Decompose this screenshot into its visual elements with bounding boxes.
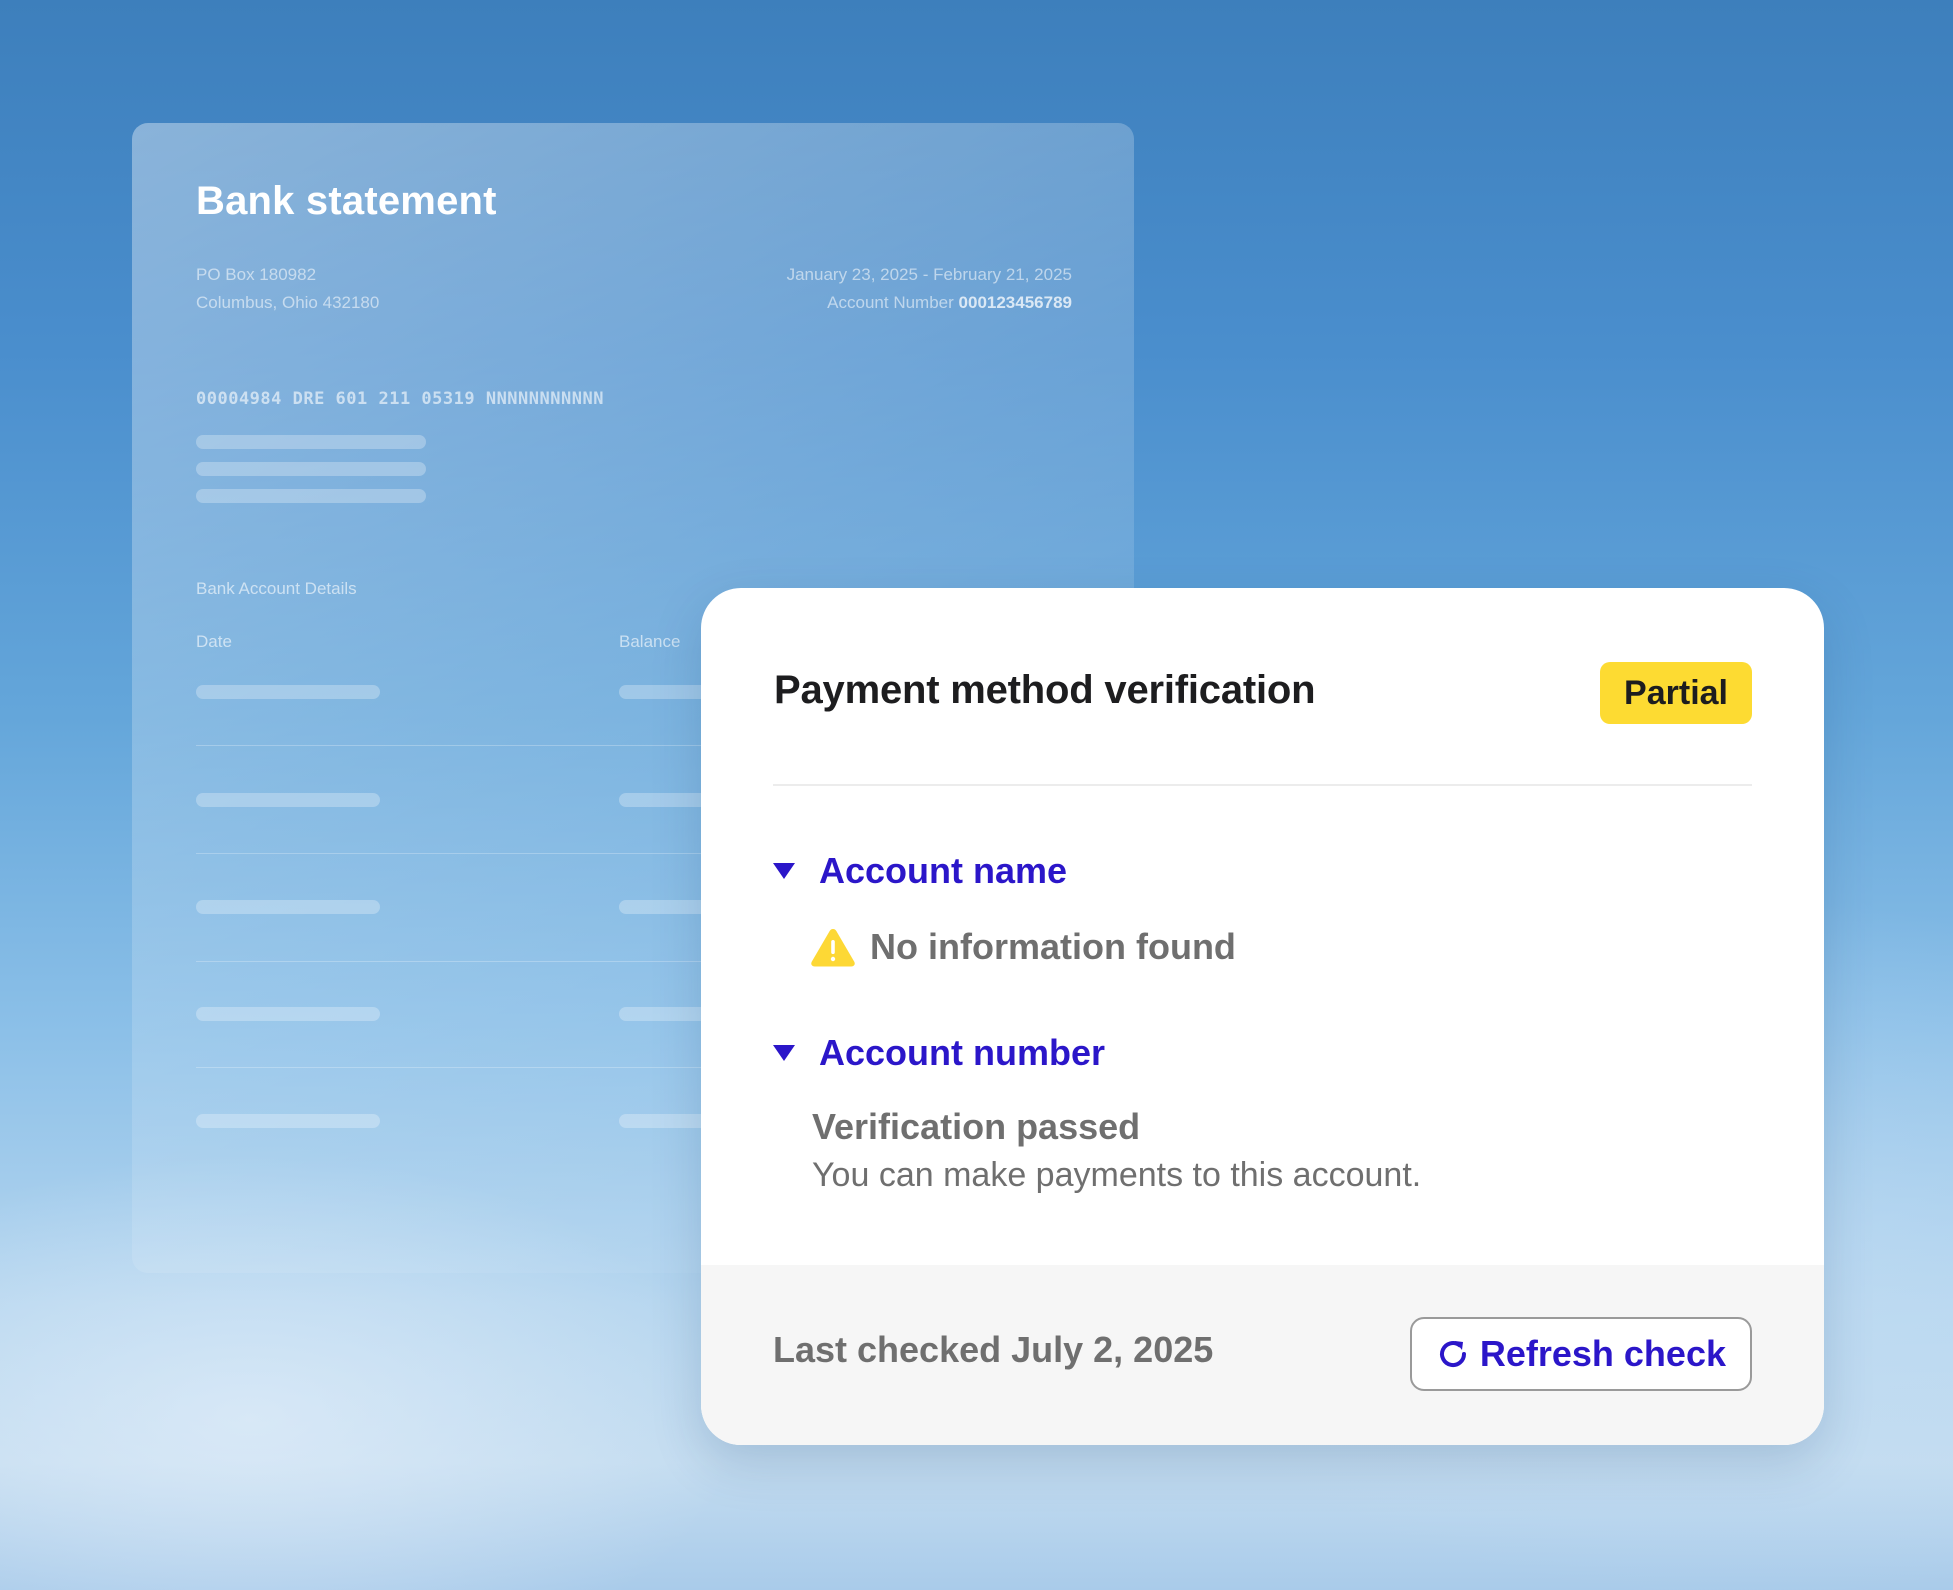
account-number-label: Account number — [819, 1032, 1106, 1073]
account-number-value: 000123456789 — [958, 293, 1072, 312]
table-cell-placeholder — [196, 685, 380, 699]
account-number-label: Account Number — [827, 293, 954, 312]
statement-account-number: Account Number 000123456789 — [787, 289, 1072, 317]
statement-address: PO Box 180982 Columbus, Ohio 432180 — [196, 261, 379, 317]
statement-reference-code: 00004984 DRE 601 211 05319 NNNNNNNNNNN — [196, 389, 604, 409]
account-number-toggle[interactable]: Account number — [773, 1032, 1105, 1074]
table-cell-placeholder — [619, 900, 709, 914]
date-column-header: Date — [196, 632, 232, 651]
placeholder-line — [196, 489, 426, 503]
refresh-icon — [1439, 1341, 1466, 1367]
table-cell-placeholder — [196, 900, 380, 914]
caret-down-icon — [773, 863, 795, 879]
card-footer: Last checked July 2, 2025 Refresh check — [701, 1265, 1824, 1445]
statement-meta: January 23, 2025 - February 21, 2025 Acc… — [787, 261, 1072, 317]
no-information-message: No information found — [870, 926, 1236, 967]
table-cell-placeholder — [619, 793, 709, 807]
table-cell-placeholder — [196, 793, 380, 807]
status-badge: Partial — [1600, 662, 1752, 724]
table-cell-placeholder — [619, 1007, 709, 1021]
account-name-result: No information found — [810, 926, 1236, 968]
verification-passed-title: Verification passed — [812, 1106, 1141, 1147]
address-line-2: Columbus, Ohio 432180 — [196, 293, 380, 312]
bank-account-details-label: Bank Account Details — [196, 579, 357, 598]
refresh-check-button[interactable]: Refresh check — [1409, 1317, 1752, 1391]
account-name-toggle[interactable]: Account name — [773, 850, 1067, 892]
account-name-label: Account name — [819, 850, 1068, 891]
table-cell-placeholder — [619, 1114, 709, 1128]
table-cell-placeholder — [196, 1114, 380, 1128]
table-cell-placeholder — [196, 1007, 380, 1021]
table-cell-placeholder — [619, 685, 709, 699]
table-row-divider — [196, 1067, 756, 1068]
statement-title: Bank statement — [196, 179, 497, 223]
statement-date-range: January 23, 2025 - February 21, 2025 — [786, 265, 1072, 284]
table-row-divider — [196, 961, 756, 962]
caret-down-icon — [773, 1045, 795, 1061]
header-divider — [773, 784, 1752, 786]
placeholder-line — [196, 462, 426, 476]
payment-verification-card: Payment method verification Partial Acco… — [701, 588, 1824, 1445]
placeholder-line — [196, 435, 426, 449]
warning-icon — [811, 929, 855, 967]
last-checked-text: Last checked July 2, 2025 — [773, 1329, 1214, 1370]
table-row-divider — [196, 853, 756, 854]
verification-passed-description: You can make payments to this account. — [812, 1156, 1422, 1194]
card-title: Payment method verification — [774, 668, 1316, 712]
balance-column-header: Balance — [619, 632, 681, 651]
refresh-check-label: Refresh check — [1479, 1333, 1726, 1374]
table-row-divider — [196, 745, 756, 746]
address-line-1: PO Box 180982 — [196, 265, 317, 284]
